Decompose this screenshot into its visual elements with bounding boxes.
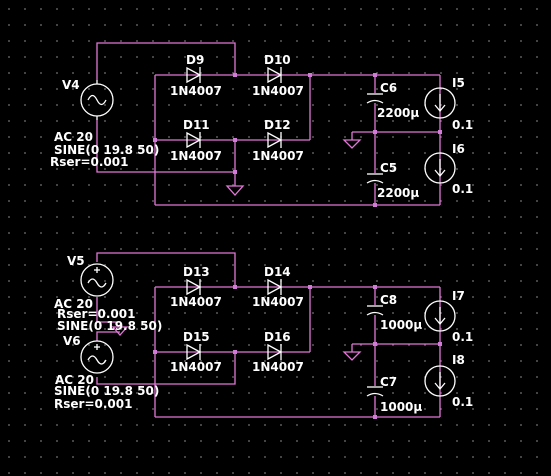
diode-model-label: 1N4007 xyxy=(170,84,222,98)
capacitor-value-label: 1000µ xyxy=(380,318,422,332)
diode-ref-label: D9 xyxy=(186,53,204,67)
diode-model-label: 1N4007 xyxy=(252,149,304,163)
diode-ref-label: D12 xyxy=(264,118,291,132)
overlap-text-label: SINE(0 19.8 50) xyxy=(57,319,162,333)
ground-symbol xyxy=(342,132,362,149)
voltage-source-v4 xyxy=(80,80,114,120)
diode-model-label: 1N4007 xyxy=(170,295,222,309)
diode-model-label: 1N4007 xyxy=(170,360,222,374)
schematic-canvas: V4 AC 20 SINE(0 19.8 50) Rser=0.001 V5 A… xyxy=(50,42,473,419)
current-source-value-label: 0.1 xyxy=(452,395,473,409)
source-ref-label: V6 xyxy=(63,334,81,348)
current-source-value-label: 0.1 xyxy=(452,182,473,196)
diode-ref-label: D14 xyxy=(264,265,291,279)
capacitor-ref-label: C7 xyxy=(380,375,397,389)
voltage-source-v5 xyxy=(80,263,114,297)
source-param-label: AC 20 xyxy=(54,130,93,144)
diode-model-label: 1N4007 xyxy=(252,295,304,309)
capacitor-value-label: 1000µ xyxy=(380,400,422,414)
diode-model-label: 1N4007 xyxy=(252,84,304,98)
current-source-value-label: 0.1 xyxy=(452,118,473,132)
diode-ref-label: D13 xyxy=(183,265,210,279)
source-param-label: Rser=0.001 xyxy=(50,155,128,169)
current-source-ref-label: I5 xyxy=(452,76,465,90)
current-source-ref-label: I6 xyxy=(452,142,465,156)
capacitor-ref-label: C5 xyxy=(380,161,397,175)
source-ref-label: V5 xyxy=(67,254,85,268)
diode-model-label: 1N4007 xyxy=(252,360,304,374)
ground-symbol xyxy=(342,344,362,361)
diode-ref-label: D10 xyxy=(264,53,291,67)
diode-model-label: 1N4007 xyxy=(170,149,222,163)
ground-symbol xyxy=(225,185,245,196)
capacitor-ref-label: C8 xyxy=(380,293,397,307)
diode-ref-label: D15 xyxy=(183,330,210,344)
source-param-label: Rser=0.001 xyxy=(54,397,132,411)
current-source-ref-label: I7 xyxy=(452,289,465,303)
source-param-label: SINE(0 19.8 50) xyxy=(54,384,159,398)
capacitor-value-label: 2200µ xyxy=(377,186,419,200)
diode-ref-label: D11 xyxy=(183,118,210,132)
diode-ref-label: D16 xyxy=(264,330,291,344)
source-ref-label: V4 xyxy=(62,78,80,92)
current-source-ref-label: I8 xyxy=(452,353,465,367)
capacitor-value-label: 2200µ xyxy=(377,106,419,120)
voltage-source-v6 xyxy=(80,340,114,374)
current-source-value-label: 0.1 xyxy=(452,330,473,344)
capacitor-ref-label: C6 xyxy=(380,81,397,95)
